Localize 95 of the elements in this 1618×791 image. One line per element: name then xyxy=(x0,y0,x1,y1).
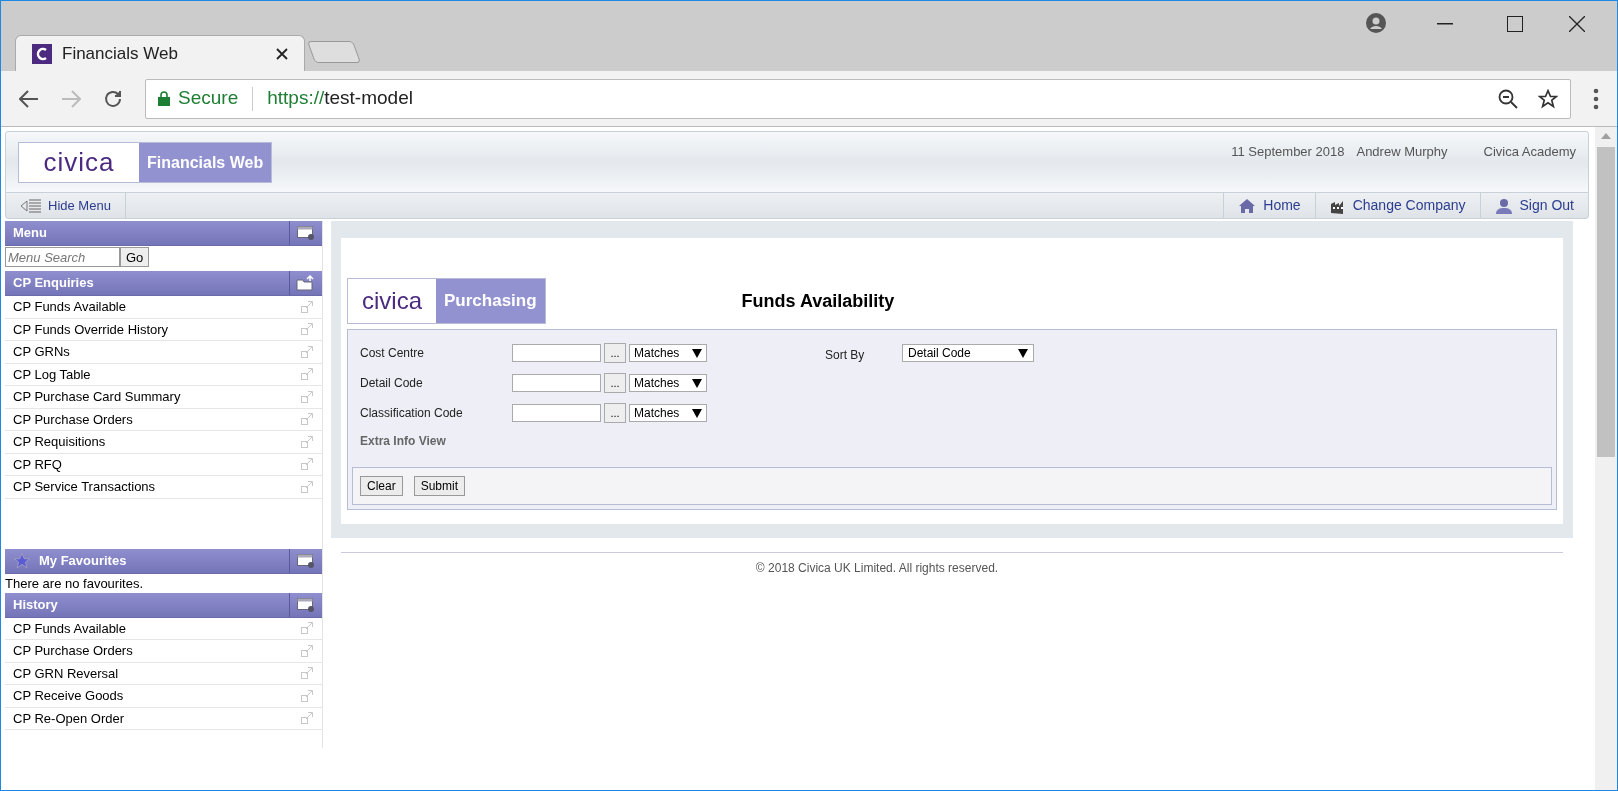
sidebar-item[interactable]: CP Service Transactions xyxy=(5,476,322,499)
back-icon[interactable] xyxy=(19,89,39,108)
favicon-icon xyxy=(32,43,52,64)
module-name: Purchasing xyxy=(436,279,545,323)
maximize-icon[interactable] xyxy=(1507,16,1523,32)
menu-icon[interactable] xyxy=(1593,87,1599,110)
open-link-icon xyxy=(300,389,314,404)
panel-title: Menu xyxy=(12,224,48,243)
menu-search-field[interactable]: Menu Search xyxy=(5,247,120,267)
sidebar-item[interactable]: CP Requisitions xyxy=(5,431,322,454)
open-link-icon xyxy=(300,643,314,658)
empty-favourites-text: There are no favourites. xyxy=(5,574,145,593)
panel-icon[interactable] xyxy=(297,226,315,240)
tab-title: Financials Web xyxy=(62,42,179,65)
zoom-out-icon[interactable] xyxy=(1498,88,1518,109)
text-field[interactable] xyxy=(512,374,601,392)
sidebar-item[interactable]: CP Log Table xyxy=(5,363,322,386)
open-link-icon xyxy=(300,711,314,726)
nav-link[interactable]: Change Company xyxy=(1314,193,1480,218)
hide-menu-button[interactable]: Hide Menu xyxy=(6,193,126,218)
copyright-text: © 2018 Civica UK Limited. All rights reserved. xyxy=(755,560,999,577)
lookup-button[interactable]: ... xyxy=(604,373,626,393)
open-link-icon xyxy=(300,666,314,681)
sidebar-item[interactable]: CP GRNs xyxy=(5,341,322,364)
product-name: Financials Web xyxy=(139,143,272,182)
house-icon xyxy=(1238,197,1257,214)
close-window-icon[interactable] xyxy=(1569,16,1585,32)
panel-title: History xyxy=(12,595,59,614)
account-icon[interactable] xyxy=(1366,13,1386,33)
operator-dropdown[interactable]: Matches xyxy=(629,374,707,392)
nav-link[interactable]: Home xyxy=(1223,193,1315,218)
open-link-icon xyxy=(300,457,314,472)
open-link-icon xyxy=(300,412,314,427)
user-name: Andrew Murphy xyxy=(1356,143,1448,161)
operator-dropdown[interactable]: Matches xyxy=(629,404,707,422)
sidebar-item[interactable]: CP Funds Available xyxy=(5,617,322,640)
date-label: 11 September 2018 xyxy=(1231,143,1345,161)
open-link-icon xyxy=(300,479,314,494)
sidebar-item[interactable]: CP Purchase Orders xyxy=(5,640,322,663)
extra-info-view-link[interactable]: Extra Info View xyxy=(360,432,707,450)
operator-dropdown[interactable]: Matches xyxy=(629,344,707,362)
page-title: Funds Availability xyxy=(741,289,895,313)
sidebar-item[interactable]: CP Receive Goods xyxy=(5,685,322,708)
url-text: https://test-model xyxy=(267,86,414,111)
dropdown-caret-icon xyxy=(692,408,702,418)
panel-title: My Favourites xyxy=(38,551,128,570)
person-icon xyxy=(1494,197,1513,214)
open-link-icon xyxy=(300,322,314,337)
open-link-icon xyxy=(300,367,314,382)
browser-tab[interactable]: Financials Web xyxy=(15,35,305,71)
star-icon[interactable] xyxy=(1538,88,1558,109)
open-link-icon xyxy=(300,688,314,703)
open-link-icon xyxy=(300,621,314,636)
secure-label: Secure xyxy=(178,86,239,111)
company-name: Civica Academy xyxy=(1483,143,1576,161)
text-field[interactable] xyxy=(512,344,601,362)
collapse-menu-icon xyxy=(20,198,42,213)
civica-logo: civica xyxy=(42,146,116,179)
sidebar-item[interactable]: CP Purchase Orders xyxy=(5,408,322,431)
sidebar-item[interactable]: CP GRN Reversal xyxy=(5,662,322,685)
reload-icon[interactable] xyxy=(103,88,123,109)
sort-by-dropdown[interactable]: Detail Code xyxy=(902,344,1034,362)
lock-icon xyxy=(158,91,170,106)
minimize-icon[interactable] xyxy=(1437,23,1453,25)
civica-logo: civica xyxy=(361,286,423,316)
go-button[interactable]: Go xyxy=(120,247,150,267)
address-bar[interactable]: Secure https://test-model xyxy=(145,78,1571,119)
open-link-icon xyxy=(300,344,314,359)
close-icon[interactable] xyxy=(276,47,288,60)
nav-link[interactable]: Sign Out xyxy=(1479,193,1588,218)
dropdown-caret-icon xyxy=(692,378,702,388)
sidebar-item[interactable]: CP Re-Open Order xyxy=(5,707,322,730)
open-link-icon xyxy=(300,434,314,449)
text-field[interactable] xyxy=(512,404,601,422)
dropdown-caret-icon xyxy=(692,348,702,358)
form-button[interactable]: Clear xyxy=(360,476,403,496)
open-link-icon xyxy=(300,299,314,314)
lookup-button[interactable]: ... xyxy=(604,403,626,423)
field-label: Detail Code xyxy=(360,375,424,392)
lookup-button[interactable]: ... xyxy=(604,343,626,363)
panel-title: CP Enquiries xyxy=(12,274,95,293)
field-label: Classification Code xyxy=(360,405,464,422)
dropdown-caret-icon xyxy=(1018,348,1028,358)
form-button[interactable]: Submit xyxy=(413,476,466,496)
panel-icon[interactable] xyxy=(297,553,315,568)
sidebar-item[interactable]: CP RFQ xyxy=(5,453,322,476)
scrollbar[interactable] xyxy=(1595,127,1617,790)
sidebar-item[interactable]: CP Funds Available xyxy=(5,296,322,319)
field-label: Sort By xyxy=(825,347,866,364)
folder-icon[interactable] xyxy=(296,275,316,291)
field-label: Cost Centre xyxy=(360,345,426,362)
sidebar-item[interactable]: CP Purchase Card Summary xyxy=(5,386,322,409)
panel-icon[interactable] xyxy=(297,597,315,612)
star-icon xyxy=(13,551,31,570)
sidebar-item[interactable]: CP Funds Override History xyxy=(5,318,322,341)
